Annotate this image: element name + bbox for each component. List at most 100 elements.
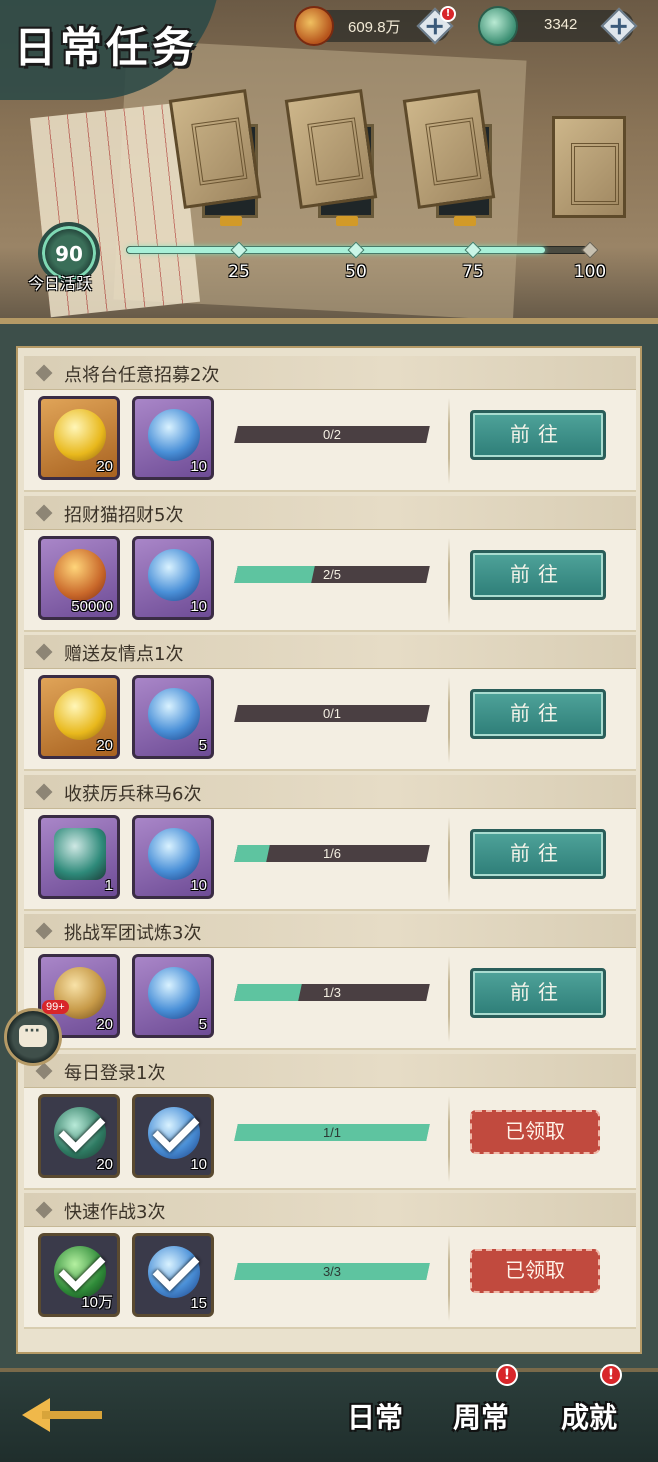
tab-weekly[interactable]: 周常	[436, 1380, 526, 1456]
reward-quantity: 15	[190, 1295, 207, 1312]
tab-achievements[interactable]: 成就	[544, 1380, 634, 1456]
activity-chest-50[interactable]	[284, 89, 378, 226]
chat-button[interactable]	[4, 1008, 62, 1066]
reward-quantity: 10万	[81, 1294, 113, 1311]
task-title: 招财猫招财5次	[64, 504, 184, 526]
go-button[interactable]: 前往	[470, 968, 606, 1018]
reward-item[interactable]: 20	[38, 675, 120, 759]
divider	[448, 398, 450, 484]
chat-icon	[19, 1023, 47, 1047]
task-progress-bar: 1/1	[234, 1123, 430, 1141]
task-row: 招财猫招财5次 50000 10 2/5 前往	[24, 495, 636, 632]
jade-value: 3342	[544, 16, 578, 33]
silver-dragon-orb-icon	[148, 548, 200, 601]
copper-coins-icon	[54, 548, 106, 601]
reward-item[interactable]: 10	[132, 814, 214, 899]
reward-item[interactable]: 50000	[38, 535, 120, 620]
task-title: 每日登录1次	[64, 1062, 166, 1084]
go-button[interactable]: 前往	[470, 689, 606, 739]
reward-quantity: 10	[190, 1155, 207, 1173]
silver-dragon-orb-icon	[148, 409, 200, 461]
task-row: 赠送友情点1次 20 5 0/1 前往	[24, 635, 636, 771]
divider	[448, 677, 450, 763]
reward-item[interactable]: 10	[132, 535, 214, 620]
divider	[448, 956, 450, 1042]
reward-item[interactable]: 1	[38, 814, 120, 899]
task-progress-text: 1/6	[322, 845, 342, 861]
task-progress-bar: 0/2	[234, 426, 430, 443]
alert-icon: !	[440, 6, 456, 22]
task-progress-text: 0/1	[322, 706, 342, 721]
coin-resource: 609.8万 !	[294, 6, 456, 46]
task-body: 20 10 0/2 前往	[24, 390, 636, 492]
gold-orb-icon	[54, 688, 106, 740]
activity-chest-75[interactable]	[402, 89, 496, 226]
task-header: 招财猫招财5次	[24, 495, 636, 530]
jade-resource: 3342	[478, 6, 638, 46]
task-title: 挑战军团试炼3次	[64, 923, 202, 944]
task-progress-text: 1/3	[322, 985, 342, 1000]
reward-quantity: 1	[104, 876, 113, 894]
go-button[interactable]: 前往	[470, 410, 606, 460]
task-progress-text: 0/2	[322, 427, 342, 442]
milestone-label: 50	[345, 262, 367, 282]
back-button[interactable]	[22, 1398, 104, 1432]
reward-quantity: 5	[198, 1016, 207, 1033]
achievements-alert-icon: !	[600, 1364, 622, 1386]
activity-label: 今日活跃	[28, 274, 93, 293]
header: 日常任务 609.8万 ! 3342 25 50 75 100 90 今日活跃	[0, 0, 658, 330]
diamond-icon	[35, 504, 53, 521]
reward-item[interactable]: 5	[132, 954, 214, 1038]
task-body: 10万 15 3/3 已领取	[24, 1227, 636, 1329]
diamond-icon	[35, 364, 53, 382]
reward-quantity: 20	[96, 737, 113, 754]
reward-item[interactable]: 20	[38, 1093, 120, 1178]
go-button[interactable]: 前往	[470, 828, 606, 879]
reward-quantity: 20	[96, 1016, 113, 1033]
task-progress-bar: 3/3	[234, 1263, 430, 1280]
claimed-stamp: 已领取	[470, 1249, 600, 1293]
page-title: 日常任务	[14, 23, 199, 72]
task-title: 点将台任意招募2次	[64, 365, 220, 386]
reward-quantity: 10	[190, 458, 207, 475]
task-row: 收获厉兵秣马6次 1 10 1/6 前往	[24, 774, 636, 911]
gold-orb-icon	[54, 409, 106, 461]
task-progress-bar: 2/5	[234, 565, 430, 583]
milestone-label: 75	[462, 262, 484, 282]
claimed-stamp: 已领取	[470, 1109, 600, 1154]
activity-chest-25[interactable]	[168, 89, 262, 226]
task-header: 赠送友情点1次	[24, 635, 636, 669]
task-progress-bar: 1/3	[234, 984, 430, 1001]
add-jade-button[interactable]	[600, 7, 638, 45]
task-header: 快速作战3次	[24, 1193, 636, 1227]
task-header: 每日登录1次	[24, 1053, 636, 1088]
milestone-label: 25	[228, 262, 250, 282]
task-row: 点将台任意招募2次 20 10 0/2 前往	[24, 356, 636, 492]
task-title: 收获厉兵秣马6次	[64, 783, 202, 805]
divider	[448, 816, 450, 903]
coin-value: 609.8万	[348, 19, 401, 36]
divider	[448, 537, 450, 624]
tab-daily[interactable]: 日常	[330, 1380, 420, 1460]
chat-unread-badge: 99+	[42, 1000, 69, 1014]
reward-item[interactable]: 10万	[38, 1233, 120, 1317]
go-button[interactable]: 前往	[470, 549, 606, 600]
silver-dragon-orb-icon	[148, 688, 200, 740]
activity-value: 90	[55, 242, 83, 266]
reward-item[interactable]: 20	[38, 396, 120, 480]
reward-quantity: 5	[198, 737, 207, 754]
silver-dragon-orb-icon	[148, 967, 200, 1019]
task-progress-text: 1/1	[322, 1124, 342, 1140]
reward-item[interactable]: 15	[132, 1233, 214, 1317]
reward-item[interactable]: 10	[132, 1093, 214, 1178]
silver-dragon-orb-icon	[148, 827, 200, 880]
reward-item[interactable]: 10	[132, 396, 214, 480]
activity-chest-100[interactable]	[552, 116, 628, 234]
activity-track-fill	[127, 247, 545, 253]
task-row: 每日登录1次 20 10 1/1 已领取	[24, 1053, 636, 1190]
reward-item[interactable]: 5	[132, 675, 214, 759]
reward-quantity: 20	[96, 1155, 113, 1173]
bottom-nav: 日常 周常 成就 ! !	[0, 1364, 658, 1462]
divider	[448, 1095, 450, 1182]
task-body: 20 5 0/1 前往	[24, 669, 636, 771]
